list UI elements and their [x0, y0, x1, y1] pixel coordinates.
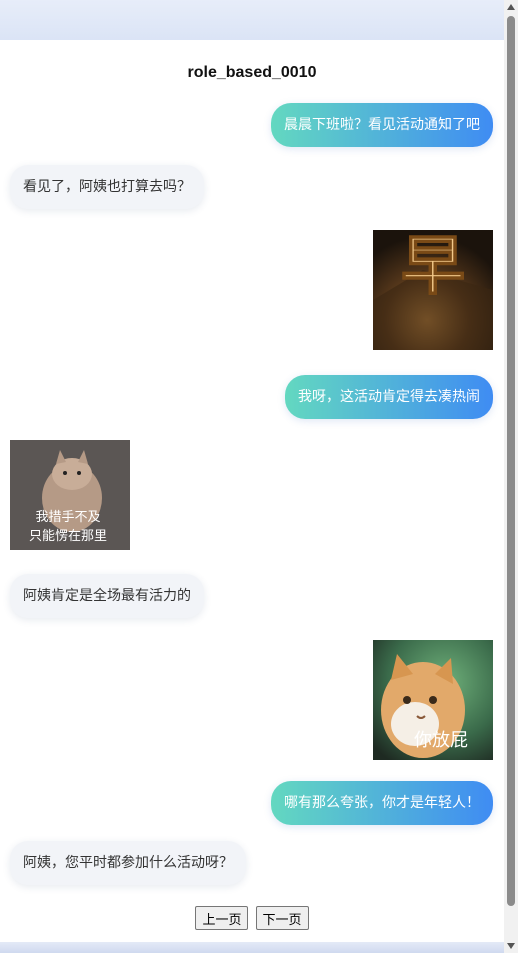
chat-bubble-right: 哪有那么夸张，你才是年轻人！: [271, 781, 493, 825]
sticker-cat2-caption: 你放屁: [414, 730, 468, 751]
chat-bubble-right: 晨晨下班啦？看见活动通知了吧: [271, 103, 493, 147]
header-band: [0, 0, 504, 40]
chat-bubble-left: 看见了，阿姨也打算去吗？: [10, 165, 204, 209]
page-title: role_based_0010: [187, 64, 317, 81]
prev-page-button[interactable]: 上一页: [195, 906, 249, 930]
sticker-zao-image: 早: [373, 230, 493, 350]
scroll-up-icon[interactable]: [507, 4, 515, 10]
sticker-image-zao: 早: [373, 230, 493, 350]
chat-bubble-right: 我呀，这活动肯定得去凑热闹: [285, 375, 493, 419]
sticker-zao-caption: 早: [401, 230, 465, 304]
chat-bubble-left: 阿姨，您平时都参加什么活动呀？: [10, 841, 246, 885]
scrollbar-thumb[interactable]: [507, 16, 515, 906]
pagination: 上一页 下一页: [0, 906, 504, 930]
vertical-scrollbar[interactable]: [504, 0, 518, 953]
sticker-image-cat-nifangpi: 你放屁: [373, 640, 493, 760]
message-text: 晨晨下班啦？看见活动通知了吧: [284, 117, 480, 133]
message-text: 看见了，阿姨也打算去吗？: [23, 179, 191, 195]
sticker-cat-caption-line2: 只能愣在那里: [29, 529, 107, 544]
message-text: 阿姨，您平时都参加什么活动呀？: [23, 855, 233, 871]
scroll-down-icon[interactable]: [507, 943, 515, 949]
next-page-button[interactable]: 下一页: [255, 906, 309, 930]
message-text: 我呀，这活动肯定得去凑热闹: [298, 389, 480, 405]
sticker-cat-image: 我措手不及 只能愣在那里: [10, 440, 130, 550]
chat-bubble-left: 阿姨肯定是全场最有活力的: [10, 574, 204, 618]
chat-panel: role_based_0010 晨晨下班啦？看见活动通知了吧 看见了，阿姨也打算…: [0, 40, 504, 942]
message-text: 哪有那么夸张，你才是年轻人！: [284, 795, 480, 811]
message-text: 阿姨肯定是全场最有活力的: [23, 588, 191, 604]
sticker-image-cat-shocked: 我措手不及 只能愣在那里: [10, 440, 130, 550]
footer-band: [0, 942, 504, 953]
sticker-cat-caption-line1: 我措手不及: [35, 510, 100, 525]
sticker-cat2-image: 你放屁: [373, 640, 493, 760]
